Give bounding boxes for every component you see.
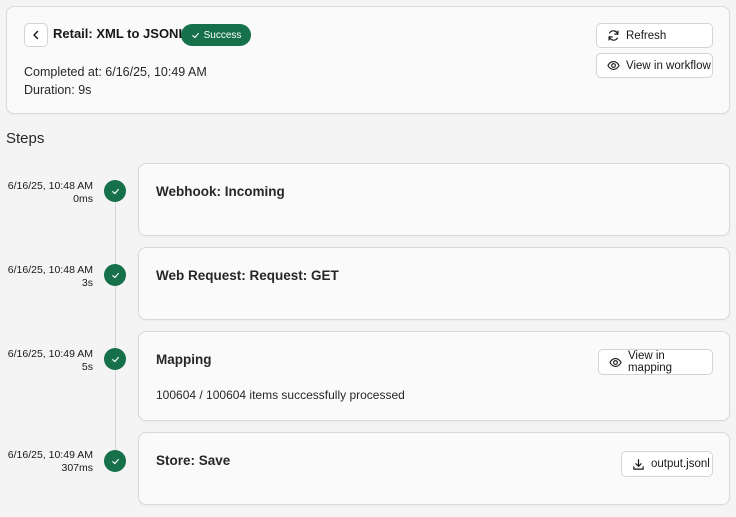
step-duration: 307ms xyxy=(61,462,93,474)
step-duration: 3s xyxy=(81,277,93,289)
step-status-dot xyxy=(104,450,126,472)
step-title: Mapping xyxy=(156,352,212,367)
check-icon xyxy=(111,356,119,362)
download-output-label: output.jsonl xyxy=(651,458,710,470)
check-icon xyxy=(111,458,119,464)
step-description: 100604 / 100604 items successfully proce… xyxy=(156,388,405,402)
eye-icon xyxy=(607,61,620,70)
step-title: Webhook: Incoming xyxy=(156,184,285,199)
step-duration: 0ms xyxy=(73,193,93,205)
step-time: 6/16/25, 10:48 AM xyxy=(7,264,93,276)
status-badge: Success xyxy=(181,24,251,46)
step-status-dot xyxy=(104,348,126,370)
completed-at: Completed at: 6/16/25, 10:49 AM xyxy=(24,65,207,79)
refresh-button-label: Refresh xyxy=(626,29,667,42)
steps-heading: Steps xyxy=(6,130,45,147)
timeline-line xyxy=(115,200,116,462)
step-title: Store: Save xyxy=(156,453,231,468)
back-button[interactable] xyxy=(24,23,48,47)
step-status-dot xyxy=(104,264,126,286)
step-timestamp: 6/16/25, 10:48 AM 3s xyxy=(8,264,93,290)
step-card[interactable]: Web Request: Request: GET xyxy=(138,247,730,320)
step-timestamp: 6/16/25, 10:49 AM 307ms xyxy=(8,449,93,475)
step-time: 6/16/25, 10:49 AM xyxy=(7,348,93,360)
download-icon xyxy=(633,458,644,470)
refresh-icon xyxy=(608,30,619,41)
view-in-mapping-label: View in mapping xyxy=(627,350,673,374)
chevron-left-icon xyxy=(33,30,39,40)
view-in-workflow-label: View in workflow xyxy=(626,59,711,72)
step-time: 6/16/25, 10:49 AM xyxy=(7,449,93,461)
duration: Duration: 9s xyxy=(24,83,92,97)
refresh-button[interactable]: Refresh xyxy=(596,23,713,48)
view-in-mapping-button[interactable]: View in mapping xyxy=(598,349,713,375)
download-output-button[interactable]: output.jsonl xyxy=(621,451,713,477)
step-duration: 5s xyxy=(81,361,93,373)
page-title: Retail: XML to JSONL xyxy=(53,26,187,41)
view-in-workflow-button[interactable]: View in workflow xyxy=(596,53,713,78)
check-icon xyxy=(111,188,119,194)
check-icon xyxy=(191,32,199,38)
step-timestamp: 6/16/25, 10:49 AM 5s xyxy=(8,348,93,374)
step-status-dot xyxy=(104,180,126,202)
step-card[interactable]: Mapping 100604 / 100604 items successful… xyxy=(138,331,730,421)
step-title: Web Request: Request: GET xyxy=(156,268,339,283)
step-card[interactable]: Store: Save output.jsonl xyxy=(138,432,730,505)
check-icon xyxy=(111,272,119,278)
eye-icon xyxy=(609,357,622,367)
status-badge-label: Success xyxy=(203,29,242,41)
step-card[interactable]: Webhook: Incoming xyxy=(138,163,730,236)
step-timestamp: 6/16/25, 10:48 AM 0ms xyxy=(8,180,93,206)
run-header-card: Retail: XML to JSONL Success Completed a… xyxy=(6,6,730,114)
step-time: 6/16/25, 10:48 AM xyxy=(7,180,93,192)
